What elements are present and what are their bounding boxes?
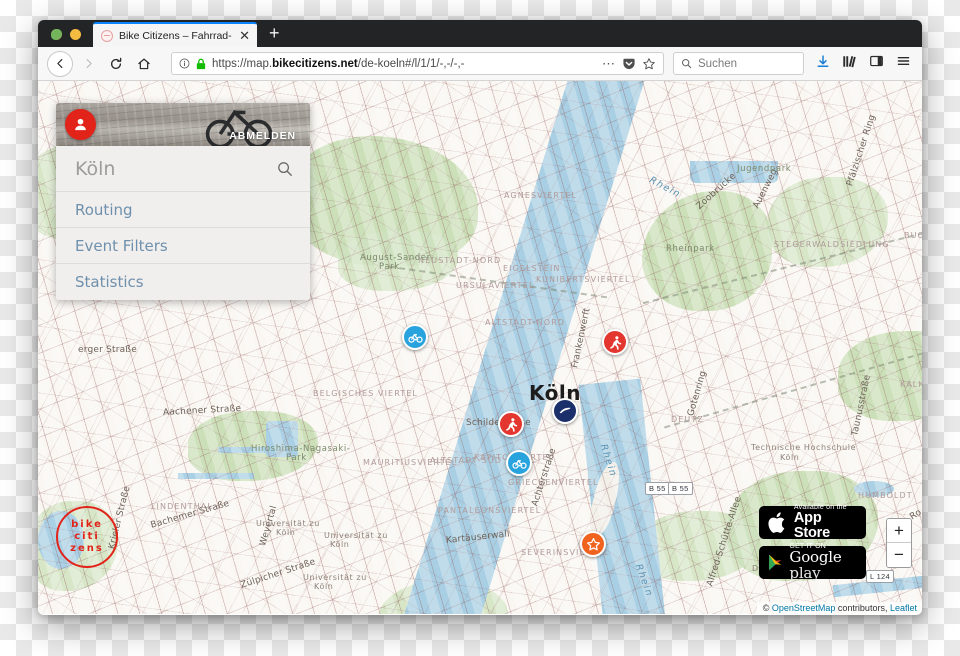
road-shield: B 55 (645, 482, 670, 495)
search-icon (681, 58, 692, 69)
logo-line-1: bike (71, 519, 103, 530)
lock-icon (196, 58, 206, 70)
user-avatar-icon[interactable] (65, 109, 96, 140)
sidebar-item-statistics[interactable]: Statistics (56, 264, 310, 300)
sidebar-search-input[interactable]: Köln (75, 158, 277, 180)
person-icon (75, 118, 86, 131)
logo-line-3: zens (70, 543, 104, 554)
leaflet-link[interactable]: Leaflet (890, 603, 917, 613)
home-button[interactable] (131, 51, 157, 77)
bicycle-icon (407, 330, 423, 345)
browser-tab[interactable]: Bike Citizens – Fahrrad-Routen ✕ (93, 22, 257, 47)
map-attribution: © OpenStreetMap contributors, Leaflet (756, 602, 922, 614)
tab-title: Bike Citizens – Fahrrad-Routen (119, 29, 232, 42)
map-zoom-controls: + − (886, 518, 912, 568)
arrow-right-icon (86, 58, 92, 69)
map-sidebar-panel: ABMELDEN Köln Routing Event Filters Stat… (56, 103, 310, 300)
browser-window: Bike Citizens – Fahrrad-Routen ✕ + https… (38, 20, 922, 615)
running-person-icon (608, 335, 623, 350)
arrow-left-icon (56, 58, 62, 69)
google-play-badge-text: GET IT ON Google play (789, 543, 858, 582)
window-controls (38, 29, 93, 47)
zoom-in-button[interactable]: + (887, 519, 911, 543)
google-play-badge[interactable]: GET IT ON Google play (759, 543, 866, 582)
google-play-badge-main: Google play (789, 548, 842, 583)
sidebar-icon[interactable] (869, 54, 884, 73)
road-shield: L 124 (866, 570, 894, 583)
sidebar-item-event-filters[interactable]: Event Filters (56, 228, 310, 264)
bicycle-icon (511, 456, 527, 471)
browser-search-placeholder: Suchen (698, 57, 738, 70)
back-button[interactable] (47, 50, 73, 77)
logo-line-2: citi (74, 531, 100, 542)
home-icon (138, 57, 150, 69)
url-bar[interactable]: https://map.bikecitizens.net/de-koeln#/l… (171, 52, 664, 75)
star-icon (586, 537, 601, 552)
navigation-toolbar: https://map.bikecitizens.net/de-koeln#/l… (38, 47, 922, 81)
attribution-contributors: contributors, (837, 603, 888, 613)
map-marker-bike[interactable] (402, 324, 428, 350)
minimize-window-button[interactable] (70, 29, 81, 40)
google-play-icon (769, 554, 782, 571)
bookmark-star-icon[interactable] (642, 57, 656, 71)
page-actions-button[interactable]: ⋯ (602, 56, 616, 72)
app-store-badge-main: App Store (793, 509, 830, 542)
openstreetmap-link[interactable]: OpenStreetMap (772, 603, 836, 613)
zoom-out-button[interactable]: − (887, 543, 911, 567)
pocket-icon[interactable] (622, 57, 636, 71)
app-store-badges: Available on the App Store GET IT ON Goo… (759, 504, 866, 582)
bike-citizens-logo[interactable]: bike citi zens (56, 506, 118, 568)
map-marker-event[interactable] (602, 329, 628, 355)
downloads-icon[interactable] (816, 54, 830, 74)
logout-label[interactable]: ABMELDEN (229, 130, 296, 142)
bikecitizens-favicon-icon (101, 29, 113, 42)
url-text: https://map.bikecitizens.net/de-koeln#/l… (212, 57, 465, 70)
new-tab-button[interactable]: + (257, 24, 290, 47)
hamburger-menu-icon[interactable] (896, 54, 911, 73)
reload-button[interactable] (103, 51, 129, 77)
attribution-copyright: © (762, 603, 770, 613)
apple-icon (768, 511, 785, 533)
close-tab-icon[interactable]: ✕ (238, 29, 251, 42)
tab-strip: Bike Citizens – Fahrrad-Routen ✕ + (38, 20, 922, 47)
map-marker-bike[interactable] (506, 450, 532, 476)
page-content: Köln HelmholtzVenloer StraßeMarienstraße… (38, 81, 922, 614)
map-marker-route[interactable] (552, 398, 578, 424)
library-icon[interactable] (842, 54, 857, 74)
bridge-icon (557, 403, 573, 419)
running-person-icon (504, 417, 519, 432)
map-marker-favorite[interactable] (580, 531, 606, 557)
browser-search-box[interactable]: Suchen (673, 52, 804, 75)
sidebar-search-field[interactable]: Köln (56, 146, 310, 192)
page-info-icon[interactable] (179, 58, 190, 69)
app-store-badge[interactable]: Available on the App Store (759, 504, 866, 542)
sidebar-header: ABMELDEN (56, 103, 310, 146)
reload-icon (110, 57, 122, 69)
toolbar-icon-group (816, 54, 913, 74)
forward-button[interactable] (75, 51, 101, 77)
sidebar-item-routing[interactable]: Routing (56, 192, 310, 228)
road-shield: B 55 (668, 482, 693, 495)
app-store-badge-text: Available on the App Store (794, 504, 858, 542)
map-marker-event[interactable] (498, 411, 524, 437)
search-icon[interactable] (277, 161, 293, 177)
